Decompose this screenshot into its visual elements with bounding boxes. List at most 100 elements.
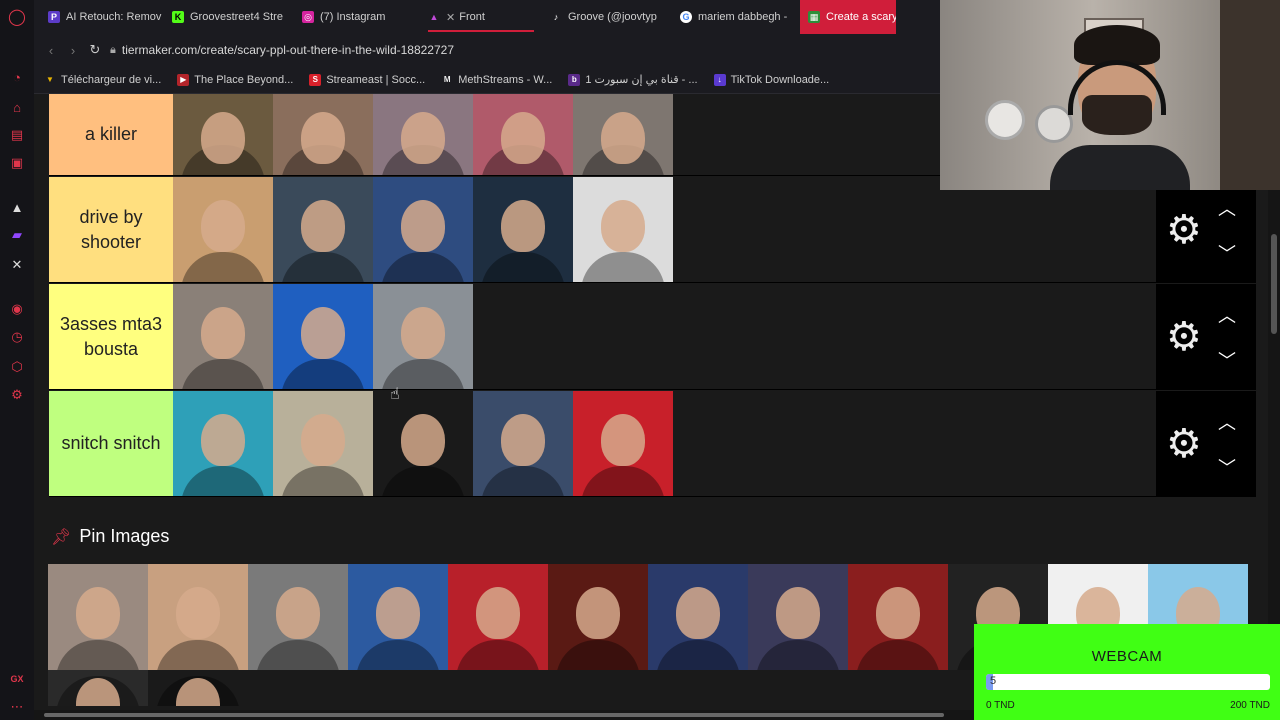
tier-label[interactable]: a killer: [49, 94, 173, 175]
bookmark-label: Streameast | Socc...: [326, 73, 426, 86]
history-icon[interactable]: ◷: [8, 328, 26, 346]
tier-row: snitch snitch ⚙ ︿ ﹀: [49, 391, 1256, 497]
tier-image[interactable]: [148, 564, 248, 670]
tier-image[interactable]: [373, 284, 473, 389]
tier-image[interactable]: [573, 391, 673, 496]
tier-image[interactable]: [373, 391, 473, 496]
move-up-chevron-icon[interactable]: ︿: [1218, 302, 1236, 328]
tier-image[interactable]: [848, 564, 948, 670]
tab-google[interactable]: G mariem dabbegh -: [672, 0, 796, 34]
tier-label[interactable]: drive by shooter: [49, 177, 173, 282]
forward-icon[interactable]: ›: [62, 43, 84, 58]
tier-image[interactable]: [48, 670, 148, 706]
tier-image[interactable]: [273, 94, 373, 175]
move-up-chevron-icon[interactable]: ︿: [1218, 409, 1236, 435]
tab-tiktok[interactable]: ♪ Groove (@joovtyp: [542, 0, 672, 34]
pin-images-header: 📌︎ Pin Images: [51, 526, 169, 547]
opera-logo-icon[interactable]: ◯: [8, 8, 26, 26]
tier-image[interactable]: [273, 284, 373, 389]
reload-icon[interactable]: ↻: [84, 42, 106, 58]
bookmark-item[interactable]: ↓ TikTok Downloade...: [713, 73, 829, 86]
tier-settings-gear-icon[interactable]: ⚙: [1166, 208, 1202, 252]
tier-image[interactable]: [548, 564, 648, 670]
player-icon[interactable]: ◉: [8, 300, 26, 318]
bookmark-item[interactable]: ▼ Téléchargeur de vi...: [44, 74, 161, 86]
browser-sidebar: ◯ ◔ ⌂ ▤ ▣ ▲ ▰ ✕ ◉ ◷ ⬡ ⚙ GX ⋯: [0, 0, 34, 720]
gx-cleaner-icon[interactable]: ▤: [8, 126, 26, 144]
more-icon[interactable]: ⋯: [8, 698, 26, 716]
tier-controls: ⚙ ︿ ﹀: [1156, 177, 1256, 282]
tier-image[interactable]: [473, 391, 573, 496]
mute-icon[interactable]: ✕: [446, 11, 455, 24]
tier-image[interactable]: [248, 564, 348, 670]
donation-goal-widget: WEBCAM 5 0 TND 200 TND: [974, 624, 1280, 720]
tier-settings-gear-icon[interactable]: ⚙: [1166, 315, 1202, 359]
tier-image[interactable]: [373, 94, 473, 175]
tab-label: (7) Instagram: [320, 11, 386, 23]
tier-images: [173, 177, 1256, 282]
tier-image[interactable]: [748, 564, 848, 670]
move-down-chevron-icon[interactable]: ﹀: [1218, 454, 1236, 480]
tab-kick[interactable]: K Groovestreet4 Stre: [164, 0, 294, 34]
tier-image[interactable]: [573, 94, 673, 175]
move-down-chevron-icon[interactable]: ﹀: [1218, 347, 1236, 373]
vidiq-icon: ▼: [46, 75, 54, 84]
move-down-chevron-icon[interactable]: ﹀: [1218, 240, 1236, 266]
tab-instagram[interactable]: ◎ (7) Instagram: [294, 0, 420, 34]
tier-image[interactable]: [348, 564, 448, 670]
bookmark-item[interactable]: M MethStreams - W...: [441, 74, 552, 86]
tier-image[interactable]: [473, 94, 573, 175]
tier-label[interactable]: 3asses mta3 bousta: [49, 284, 173, 389]
bookmarks-bar: ▼ Téléchargeur de vi... ▶ The Place Beyo…: [34, 66, 940, 94]
tier-image[interactable]: [173, 391, 273, 496]
gx-music-icon[interactable]: ▣: [8, 154, 26, 172]
tier-image[interactable]: [173, 284, 273, 389]
bookmark-item[interactable]: b قناة بي إن سبورت 1 - ...: [568, 73, 698, 86]
tab-label: Create a scary: [826, 11, 896, 23]
gx-badge-icon[interactable]: GX: [8, 670, 26, 688]
settings-icon[interactable]: ⚙: [8, 386, 26, 404]
tier-image[interactable]: [373, 177, 473, 282]
tier-image[interactable]: [573, 177, 673, 282]
tier-image[interactable]: [48, 564, 148, 670]
twitch-icon[interactable]: ▰: [8, 226, 26, 244]
bein-icon: b: [568, 73, 581, 86]
address-bar: ‹ › ↻ 🔒︎ tiermaker.com/create/scary-ppl-…: [34, 34, 940, 66]
url-field[interactable]: tiermaker.com/create/scary-ppl-out-there…: [122, 43, 454, 57]
bookmark-label: The Place Beyond...: [194, 73, 294, 86]
tier-image[interactable]: [473, 177, 573, 282]
goal-progress-bar: [986, 674, 1270, 690]
bookmark-item[interactable]: S Streameast | Socc...: [309, 73, 426, 86]
mouse-cursor-icon: ☝: [390, 386, 400, 403]
bookmark-item[interactable]: ▶ The Place Beyond...: [177, 73, 294, 86]
tier-image[interactable]: [173, 94, 273, 175]
tier-image[interactable]: [648, 564, 748, 670]
tier-row: drive by shooter ⚙ ︿ ﹀: [49, 177, 1256, 283]
back-icon[interactable]: ‹: [40, 43, 62, 58]
gx-corner-icon[interactable]: ⌂: [8, 98, 26, 116]
google-icon: G: [680, 11, 692, 23]
extensions-icon[interactable]: ⬡: [8, 358, 26, 376]
gx-control-icon[interactable]: ◔: [8, 68, 26, 86]
x-twitter-icon[interactable]: ✕: [8, 256, 26, 274]
horizontal-scrollbar[interactable]: [34, 710, 974, 720]
lock-icon: 🔒︎: [110, 43, 116, 56]
bookmark-label: Téléchargeur de vi...: [61, 73, 162, 86]
tab-tiermaker[interactable]: ▦ Create a scary: [800, 0, 896, 34]
tab-picsart[interactable]: P AI Retouch: Remov: [40, 0, 164, 34]
move-up-chevron-icon[interactable]: ︿: [1218, 195, 1236, 221]
tier-images: [173, 284, 1256, 389]
bookmark-label: MethStreams - W...: [458, 73, 553, 86]
tier-image[interactable]: [273, 391, 373, 496]
front-icon: ▲: [429, 12, 439, 22]
tiktok-icon: ♪: [553, 12, 559, 22]
tab-front[interactable]: ▲ ✕ Front: [420, 0, 542, 34]
tier-settings-gear-icon[interactable]: ⚙: [1166, 422, 1202, 466]
tier-image[interactable]: [148, 670, 248, 706]
tier-image[interactable]: [273, 177, 373, 282]
tier-image[interactable]: [173, 177, 273, 282]
front-sidebar-icon[interactable]: ▲: [8, 198, 26, 216]
tier-image[interactable]: [448, 564, 548, 670]
bookmark-label: قناة بي إن سبورت 1 - ...: [585, 74, 698, 86]
tier-label[interactable]: snitch snitch: [49, 391, 173, 496]
